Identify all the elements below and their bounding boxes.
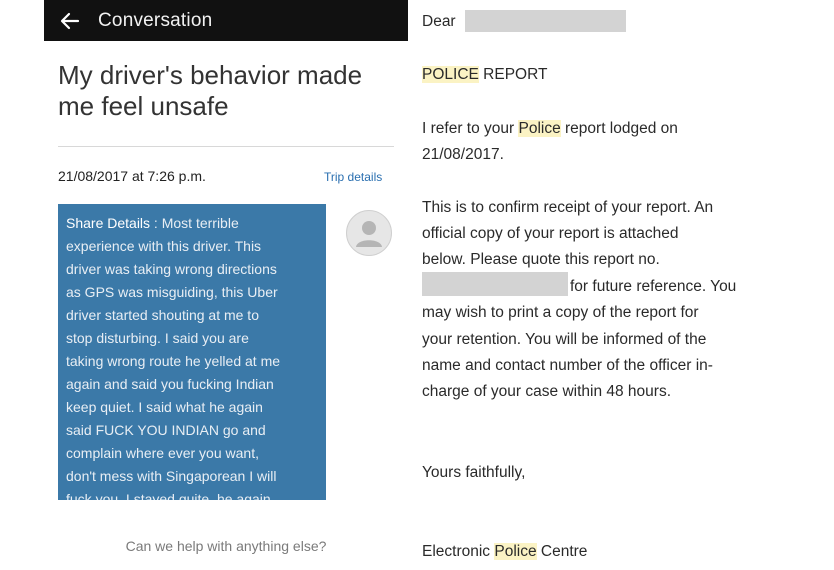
paragraph-line: for future reference. You: [570, 278, 737, 295]
message-label: Share Details: [66, 215, 151, 231]
message-line: complain where ever you want,: [66, 445, 259, 461]
paragraph-line: This is to confirm receipt of your repor…: [422, 199, 714, 216]
user-avatar-icon: [346, 210, 392, 256]
app-header: Conversation: [44, 0, 408, 41]
highlight: Police: [518, 120, 561, 137]
salutation: Dear: [422, 13, 456, 30]
message-line: as GPS was misguiding, this Uber: [66, 284, 278, 300]
paragraph-line: name and contact number of the officer i…: [422, 357, 713, 374]
highlight: Police: [494, 543, 537, 560]
paragraph-line: I refer to your Police report lodged on: [422, 120, 678, 137]
message-line: keep quiet. I said what he again: [66, 399, 263, 415]
trip-details-link[interactable]: Trip details: [324, 170, 382, 184]
message-date: 21/08/2017 at 7:26 p.m.: [58, 168, 206, 184]
paragraph-line: 21/08/2017.: [422, 146, 504, 163]
conversation-panel: Conversation My driver's behavior made m…: [44, 0, 408, 570]
closing: Yours faithfully,: [422, 464, 526, 481]
redacted-report-number: [422, 272, 568, 296]
redacted-name: [465, 10, 626, 32]
message-line: don't mess with Singaporean I will: [66, 468, 277, 484]
message-line: Share Details : Most terrible: [66, 215, 239, 231]
title-line-2: me feel unsafe: [58, 91, 229, 121]
paragraph-line: official copy of your report is attached: [422, 225, 679, 242]
footer-area: [44, 500, 408, 570]
back-arrow-icon[interactable]: [60, 10, 82, 32]
paragraph-line: may wish to print a copy of the report f…: [422, 304, 699, 321]
message-line: experience with this driver. This: [66, 238, 262, 254]
highlight: POLICE: [422, 66, 479, 83]
paragraph-line: your retention. You will be informed of …: [422, 331, 707, 348]
paragraph-line: charge of your case within 48 hours.: [422, 383, 671, 400]
title-line-1: My driver's behavior made: [58, 60, 363, 90]
message-line: taking wrong route he yelled at me: [66, 353, 281, 369]
message-line: fuck you. I stayed quite, he again: [66, 491, 271, 500]
conversation-title: My driver's behavior made me feel unsafe: [58, 60, 398, 122]
signature: Electronic Police Centre: [422, 543, 588, 560]
message-line: driver started shouting at me to: [66, 307, 259, 323]
letter-heading: POLICE REPORT: [422, 66, 548, 83]
message-bubble: Share Details : Most terrible experience…: [58, 204, 326, 500]
paragraph-line: below. Please quote this report no.: [422, 251, 660, 268]
divider: [58, 146, 394, 147]
help-prompt[interactable]: Can we help with anything else?: [44, 538, 408, 554]
message-line: again and said you fucking Indian: [66, 376, 274, 392]
message-line: stop disturbing. I said you are: [66, 330, 249, 346]
message-line: said FUCK YOU INDIAN go and: [66, 422, 266, 438]
police-letter: Dear POLICE REPORT I refer to your Polic…: [408, 0, 834, 570]
header-title: Conversation: [98, 9, 213, 31]
message-line: driver was taking wrong directions: [66, 261, 277, 277]
